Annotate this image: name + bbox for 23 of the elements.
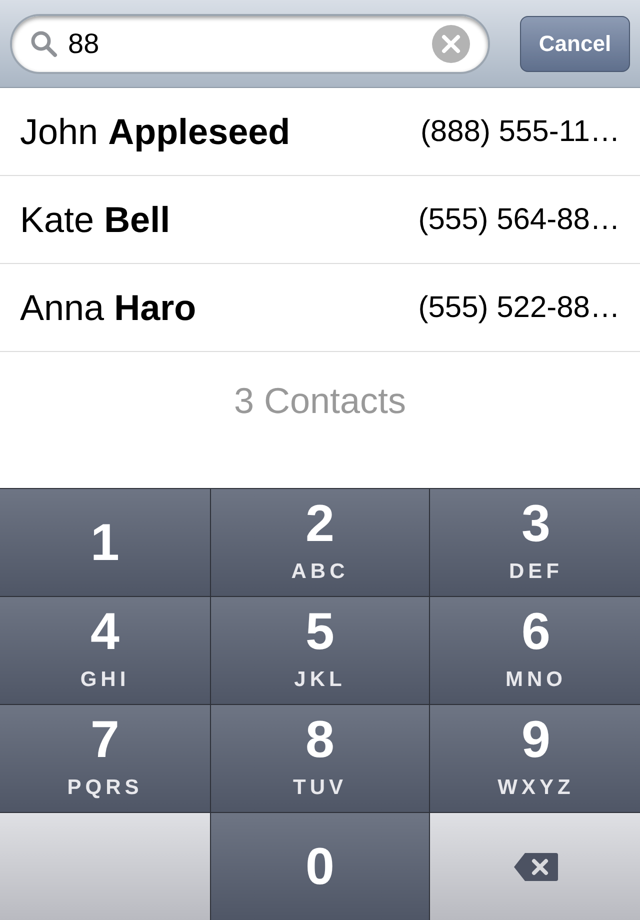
keypad-key[interactable]: 3 DEF xyxy=(430,489,640,596)
delete-key[interactable] xyxy=(430,813,640,920)
contact-phone[interactable]: (555) 564-88… xyxy=(418,197,620,242)
search-field[interactable]: 88 xyxy=(10,14,490,74)
contact-name[interactable]: John Appleseed xyxy=(20,104,290,158)
keypad-key[interactable]: 0 xyxy=(211,813,429,920)
keypad-key[interactable]: 1 xyxy=(0,489,210,596)
contact-name[interactable]: Anna Haro xyxy=(20,280,196,334)
keypad-key[interactable]: 7 PQRS xyxy=(0,705,210,812)
keypad-key[interactable]: 9 WXYZ xyxy=(430,705,640,812)
keypad-key[interactable]: 8 TUV xyxy=(211,705,429,812)
backspace-icon xyxy=(513,852,559,882)
keypad-key[interactable]: 4 GHI xyxy=(0,597,210,704)
contact-phone[interactable]: (555) 522-88… xyxy=(418,285,620,330)
contact-phone[interactable]: (888) 555-11… xyxy=(420,109,620,154)
keypad-key[interactable]: 2 ABC xyxy=(211,489,429,596)
keypad-key[interactable]: 5 JKL xyxy=(211,597,429,704)
contact-name[interactable]: Kate Bell xyxy=(20,192,170,246)
search-icon xyxy=(30,30,58,58)
keypad-key[interactable]: 6 MNO xyxy=(430,597,640,704)
contact-count: 3 Contacts xyxy=(234,379,406,423)
cancel-button[interactable]: Cancel xyxy=(520,16,630,72)
search-input-value: 88 xyxy=(68,26,100,60)
